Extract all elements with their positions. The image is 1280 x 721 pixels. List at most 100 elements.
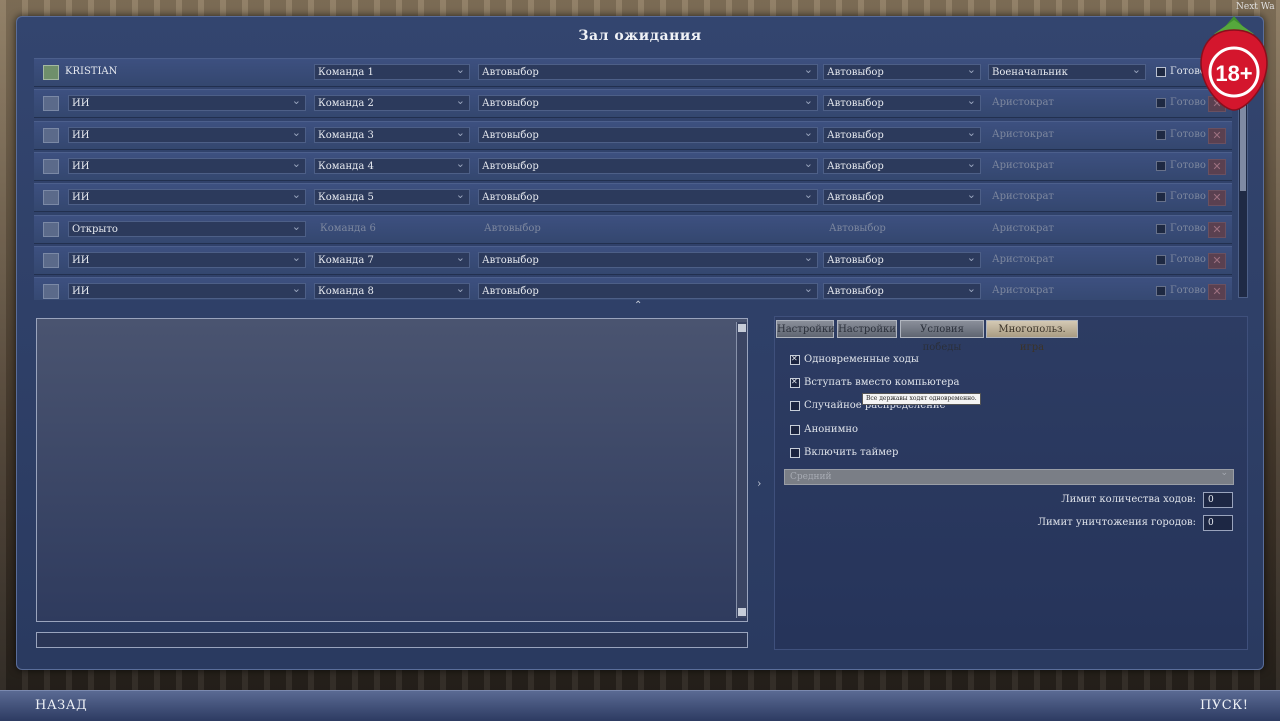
tab-settings-1[interactable]: Настройки xyxy=(776,320,835,338)
civ-select[interactable]: Автовыбор xyxy=(478,281,818,300)
difficulty-label: Аристократ xyxy=(992,285,1054,297)
option-item[interactable]: Вступать вместо компьютера xyxy=(790,376,1090,389)
option-label: Включить таймер xyxy=(804,447,899,458)
team-label: Команда 6 xyxy=(320,222,376,234)
player-slot-icon xyxy=(43,65,59,80)
ready-checkbox[interactable] xyxy=(1156,129,1166,140)
civ-select[interactable]: Автовыбор xyxy=(478,125,818,143)
player-slot-select[interactable]: ИИ xyxy=(68,187,306,206)
kick-icon[interactable]: ✕ xyxy=(1208,252,1226,269)
age-rating-text: 18+ xyxy=(1215,61,1252,86)
kick-icon[interactable]: ✕ xyxy=(1208,127,1226,144)
start-button[interactable]: ПУСК! xyxy=(1200,698,1248,713)
ready-label: Готово xyxy=(1170,128,1206,140)
option-checkbox[interactable] xyxy=(790,353,800,365)
player-row: ИИ Команда 4 Автовыбор Автовыбор Аристократ Г… xyxy=(34,151,1232,181)
civ-select[interactable]: Автовыбор xyxy=(478,62,818,80)
leader-select[interactable]: Автовыбор xyxy=(823,187,981,206)
window-title: Зал ожидания xyxy=(578,28,702,44)
player-row: ИИ Команда 7 Автовыбор Автовыбор Аристократ Г… xyxy=(34,245,1232,275)
ready-label: Готово xyxy=(1170,191,1206,203)
player-slot-select[interactable]: ИИ xyxy=(68,156,306,174)
scroll-up-icon[interactable] xyxy=(738,324,746,332)
ready-checkbox[interactable] xyxy=(1156,192,1166,203)
scroll-down-icon[interactable] xyxy=(738,608,746,616)
leader-select[interactable]: Автовыбор xyxy=(823,93,981,112)
player-slot-select[interactable]: ИИ xyxy=(68,125,306,143)
player-slot-icon xyxy=(43,96,59,112)
team-select[interactable]: Команда 7 xyxy=(314,250,470,268)
leader-label: Автовыбор xyxy=(829,222,886,234)
ready-checkbox[interactable] xyxy=(1156,286,1166,297)
leader-select[interactable]: Автовыбор xyxy=(823,250,981,268)
difficulty-label: Аристократ xyxy=(992,97,1054,109)
option-checkbox[interactable] xyxy=(790,448,800,458)
ready-checkbox[interactable] xyxy=(1156,98,1166,109)
kick-icon[interactable]: ✕ xyxy=(1208,221,1226,238)
player-row: Открыто Команда 6 Автовыбор Автовыбор Аристо… xyxy=(34,214,1232,244)
civ-select[interactable]: Автовыбор xyxy=(478,93,818,112)
turn-limit-input[interactable]: 0 xyxy=(1203,492,1233,508)
kick-icon[interactable]: ✕ xyxy=(1208,158,1226,175)
back-button[interactable]: НАЗАД xyxy=(35,698,87,713)
ready-checkbox[interactable] xyxy=(1156,67,1166,77)
bottom-bar xyxy=(0,690,1280,721)
tab-victory-conditions[interactable]: Условия победы xyxy=(900,320,984,353)
panel-toggle-icon[interactable]: › xyxy=(757,477,761,490)
civ-select[interactable]: Автовыбор xyxy=(478,187,818,206)
team-select[interactable]: Команда 4 xyxy=(314,156,470,174)
scrollbar-thumb[interactable] xyxy=(1240,101,1246,191)
player-slot-select[interactable]: ИИ xyxy=(68,250,306,268)
tab-multiplayer[interactable]: Многопольз. игра xyxy=(986,320,1078,353)
player-slot-select[interactable]: ИИ xyxy=(68,93,306,112)
city-limit-input[interactable]: 0 xyxy=(1203,515,1233,531)
team-select[interactable]: Команда 5 xyxy=(314,187,470,206)
difficulty-label: Аристократ xyxy=(992,159,1054,171)
player-row: ИИ Команда 5 Автовыбор Автовыбор Аристократ Г… xyxy=(34,183,1232,213)
team-select[interactable]: Команда 2 xyxy=(314,93,470,112)
leader-select[interactable]: Автовыбор xyxy=(823,156,981,174)
player-row: KRISTIAN Команда 1 Автовыбор Автовыбор Воена… xyxy=(34,58,1232,87)
kick-icon[interactable]: ✕ xyxy=(1208,190,1226,207)
option-checkbox[interactable] xyxy=(790,425,800,435)
player-slot-select[interactable]: Открыто xyxy=(68,219,306,237)
difficulty-label: Аристократ xyxy=(992,253,1054,265)
civ-select[interactable]: Автовыбор xyxy=(478,250,818,268)
option-label: Вступать вместо компьютера xyxy=(804,377,960,388)
civ-select[interactable]: Автовыбор xyxy=(478,156,818,174)
option-checkbox[interactable] xyxy=(790,401,800,411)
option-item[interactable]: Включить таймер xyxy=(790,447,1090,459)
leader-select[interactable]: Автовыбор xyxy=(823,125,981,143)
option-checkbox[interactable] xyxy=(790,376,800,388)
timer-speed-select[interactable]: Средний xyxy=(784,466,1234,485)
team-select[interactable]: Команда 3 xyxy=(314,125,470,143)
chat-input[interactable] xyxy=(36,632,748,648)
difficulty-select[interactable]: Военачальник xyxy=(988,62,1146,80)
city-limit-label: Лимит уничтожения городов: xyxy=(1037,517,1196,528)
tooltip: Все державы ходят одновременно. xyxy=(862,393,981,405)
player-slot-select[interactable]: ИИ xyxy=(68,281,306,300)
tab-settings-2[interactable]: Настройки xyxy=(837,320,897,338)
player-slot-icon xyxy=(43,158,59,174)
ready-checkbox[interactable] xyxy=(1156,223,1166,234)
ready-checkbox[interactable] xyxy=(1156,254,1166,265)
leader-select[interactable]: Автовыбор xyxy=(823,62,981,80)
team-select[interactable]: Команда 8 xyxy=(314,281,470,300)
chat-scrollbar[interactable] xyxy=(736,322,747,618)
ready-label: Готово xyxy=(1170,159,1206,171)
option-item[interactable]: Одновременные ходы xyxy=(790,353,1090,366)
player-row: ИИ Команда 8 Автовыбор Автовыбор Аристократ Г… xyxy=(34,277,1232,300)
chat-log xyxy=(36,318,748,622)
ready-label: Готово xyxy=(1170,285,1206,297)
team-select[interactable]: Команда 1 xyxy=(314,62,470,80)
collapse-arrow-icon[interactable]: ⌃ xyxy=(634,300,642,311)
player-name: KRISTIAN xyxy=(65,66,118,77)
kick-icon[interactable]: ✕ xyxy=(1208,284,1226,300)
leader-select[interactable]: Автовыбор xyxy=(823,281,981,300)
difficulty-label: Аристократ xyxy=(992,191,1054,203)
ready-checkbox[interactable] xyxy=(1156,160,1166,171)
player-slot-icon xyxy=(43,284,59,300)
option-item[interactable]: Анонимно xyxy=(790,424,1090,436)
turn-limit-label: Лимит количества ходов: xyxy=(1061,494,1196,505)
player-row: ИИ Команда 3 Автовыбор Автовыбор Аристократ Г… xyxy=(34,120,1232,150)
